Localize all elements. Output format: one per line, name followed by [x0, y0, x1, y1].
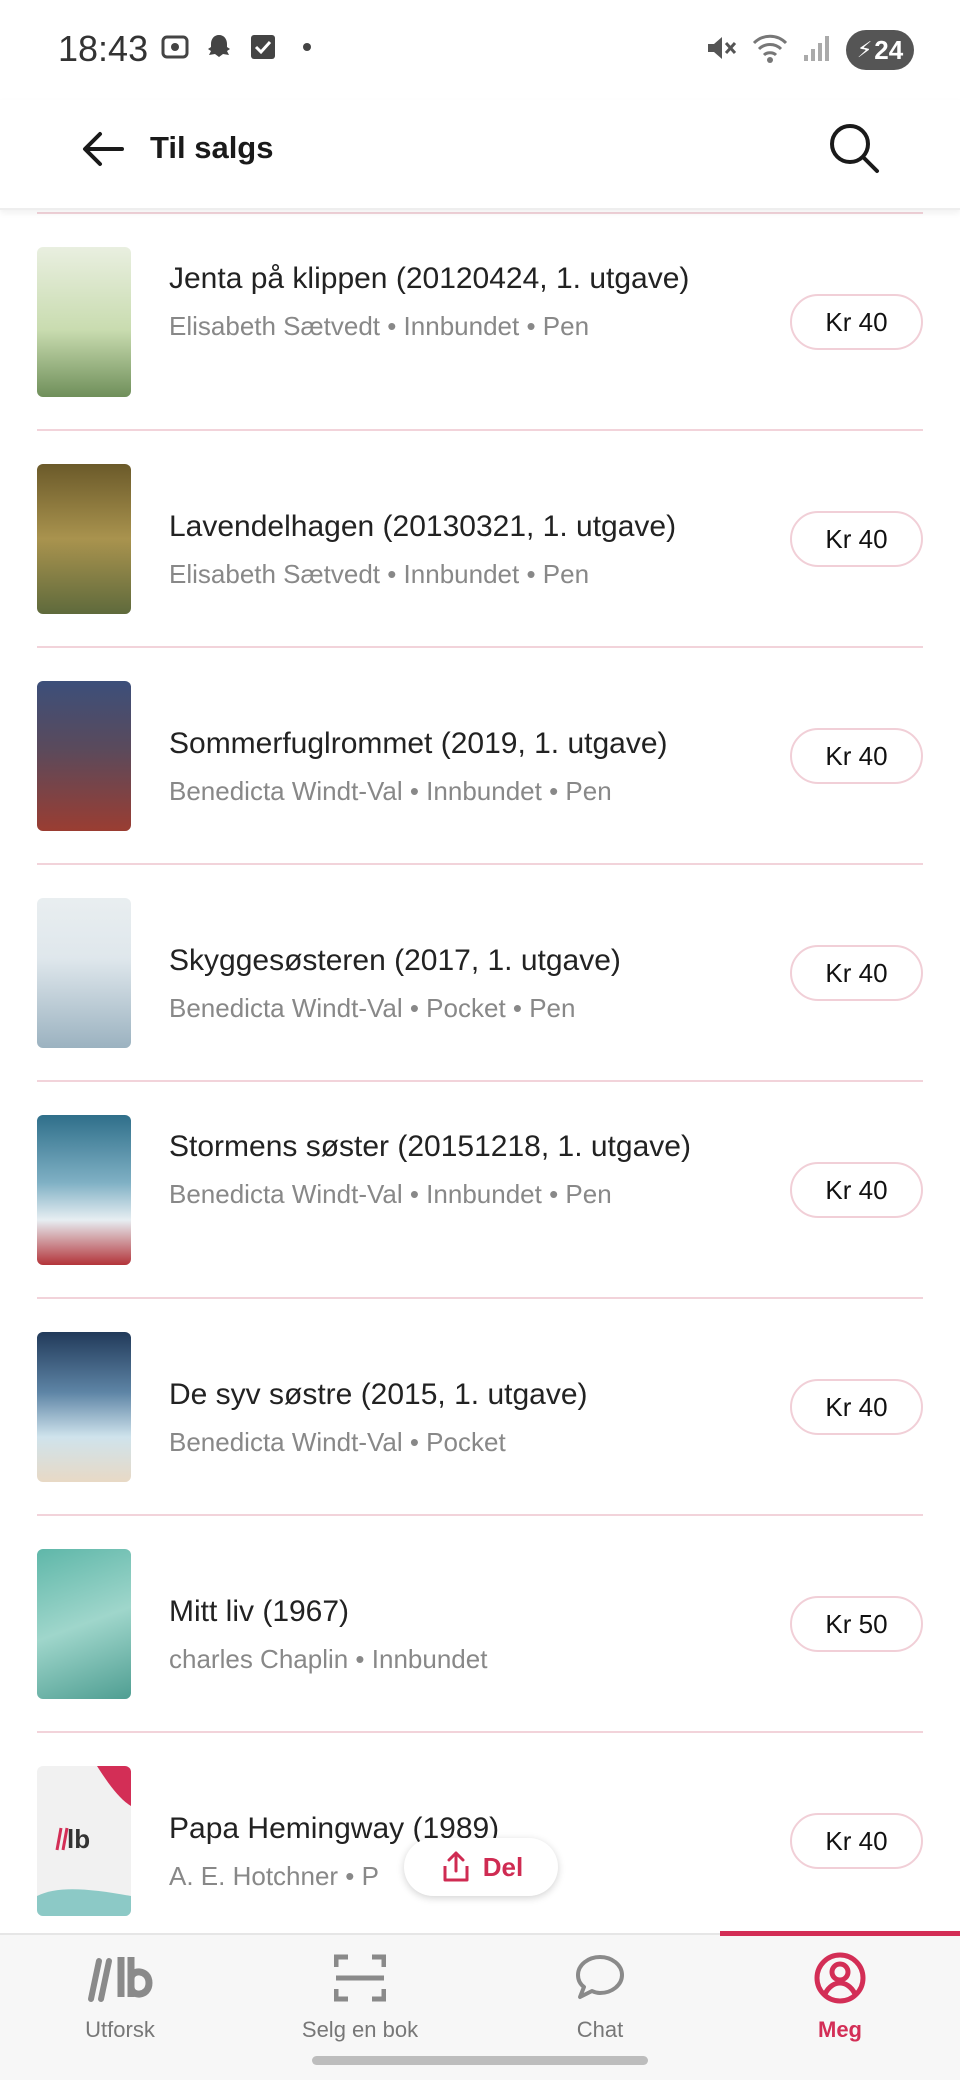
nav-label: Utforsk — [85, 2017, 155, 2042]
lb-logo-icon — [88, 1957, 153, 2002]
book-cover — [37, 1549, 131, 1699]
list-item[interactable]: Mitt liv (1967) charles Chaplin • Innbun… — [37, 1516, 923, 1733]
nav-item-meg[interactable]: Meg — [720, 1949, 960, 2049]
mute-icon — [704, 31, 738, 70]
book-cover — [37, 1332, 131, 1482]
charging-icon: ⚡ — [856, 37, 873, 62]
screenshot-icon — [160, 32, 190, 62]
system-status-icons: ⚡ 24 — [704, 30, 914, 70]
book-title: Jenta på klippen (20120424, 1. utgave) — [169, 262, 690, 295]
list-item[interactable]: Jenta på klippen (20120424, 1. utgave) E… — [37, 214, 923, 431]
checkbox-icon — [248, 32, 278, 62]
book-cover — [37, 247, 131, 397]
notification-icons — [160, 32, 322, 62]
book-title: Stormens søster (20151218, 1. utgave) — [169, 1130, 691, 1163]
book-title: Lavendelhagen (20130321, 1. utgave) — [169, 510, 677, 543]
share-icon — [443, 1851, 469, 1882]
nav-label: Selg en bok — [301, 2017, 419, 2042]
home-indicator[interactable] — [312, 2056, 648, 2065]
battery-level: 24 — [874, 34, 904, 65]
share-button[interactable]: Del — [404, 1838, 558, 1896]
status-time: 18:43 — [58, 28, 149, 69]
search-button[interactable] — [826, 120, 882, 176]
list-item[interactable]: Stormens søster (20151218, 1. utgave) Be… — [37, 1082, 923, 1299]
book-cover — [37, 898, 131, 1048]
price-badge[interactable]: Kr 40 — [790, 728, 923, 784]
book-cover — [37, 1115, 131, 1265]
nav-item-utforsk[interactable]: Utforsk — [0, 1949, 240, 2049]
dot-icon — [292, 32, 322, 62]
search-icon — [830, 124, 879, 173]
user-icon — [814, 1952, 866, 2004]
status-bar: 18:43 ⚡ 24 — [0, 0, 960, 100]
nav-item-selg-en-bok[interactable]: Selg en bok — [240, 1949, 480, 2049]
book-title: Skyggesøsteren (2017, 1. utgave) — [169, 944, 621, 977]
book-cover — [37, 464, 131, 614]
wifi-icon — [752, 31, 788, 70]
list-item[interactable]: Skyggesøsteren (2017, 1. utgave) Benedic… — [37, 865, 923, 1082]
list-item[interactable]: lb Papa Hemingway (1989) A. E. Hotchner … — [37, 1733, 923, 1934]
book-cover-placeholder: lb — [37, 1766, 131, 1916]
book-meta: Benedicta Windt-Val • Innbundet • Pen — [169, 1179, 612, 1209]
active-tab-indicator — [720, 1931, 960, 1936]
book-title: De syv søstre (2015, 1. utgave) — [169, 1378, 588, 1411]
scan-icon — [334, 1954, 386, 2002]
list-item[interactable]: Sommerfuglrommet (2019, 1. utgave) Bened… — [37, 648, 923, 865]
back-button[interactable] — [78, 124, 128, 174]
list-item[interactable]: De syv søstre (2015, 1. utgave) Benedict… — [37, 1299, 923, 1516]
nav-label: Chat — [576, 2017, 624, 2042]
arrow-left-icon — [83, 132, 124, 166]
book-cover — [37, 681, 131, 831]
price-badge[interactable]: Kr 40 — [790, 1162, 923, 1218]
book-title: Mitt liv (1967) — [169, 1595, 350, 1628]
book-meta: charles Chaplin • Innbundet — [169, 1644, 488, 1674]
book-meta: Benedicta Windt-Val • Pocket — [169, 1427, 506, 1457]
signal-icon — [802, 33, 832, 68]
share-label: Del — [482, 1851, 524, 1882]
price-badge[interactable]: Kr 40 — [790, 294, 923, 350]
battery-indicator: ⚡ 24 — [846, 30, 914, 70]
svg-text:lb: lb — [67, 1824, 90, 1854]
price-badge[interactable]: Kr 40 — [790, 1379, 923, 1435]
chat-bubble-icon — [576, 1955, 624, 1999]
list-item[interactable]: Lavendelhagen (20130321, 1. utgave) Elis… — [37, 431, 923, 648]
price-badge[interactable]: Kr 40 — [790, 511, 923, 567]
book-meta: Elisabeth Sætvedt • Innbundet • Pen — [169, 311, 590, 341]
book-meta: Benedicta Windt-Val • Innbundet • Pen — [169, 776, 612, 806]
price-badge[interactable]: Kr 40 — [790, 1813, 923, 1869]
app-bar: Til salgs — [0, 100, 960, 210]
placeholder-logo-icon: lb — [37, 1766, 131, 1916]
page-title: Til salgs — [150, 130, 274, 165]
book-title: Sommerfuglrommet (2019, 1. utgave) — [169, 727, 668, 760]
book-meta: Benedicta Windt-Val • Pocket • Pen — [169, 993, 576, 1023]
nav-label: Meg — [818, 2017, 862, 2042]
nav-item-chat[interactable]: Chat — [480, 1949, 720, 2049]
price-badge[interactable]: Kr 50 — [790, 1596, 923, 1652]
book-list[interactable]: Jenta på klippen (20120424, 1. utgave) E… — [0, 212, 960, 1934]
snapchat-icon — [204, 32, 234, 62]
book-meta: Elisabeth Sætvedt • Innbundet • Pen — [169, 559, 590, 589]
price-badge[interactable]: Kr 40 — [790, 945, 923, 1001]
